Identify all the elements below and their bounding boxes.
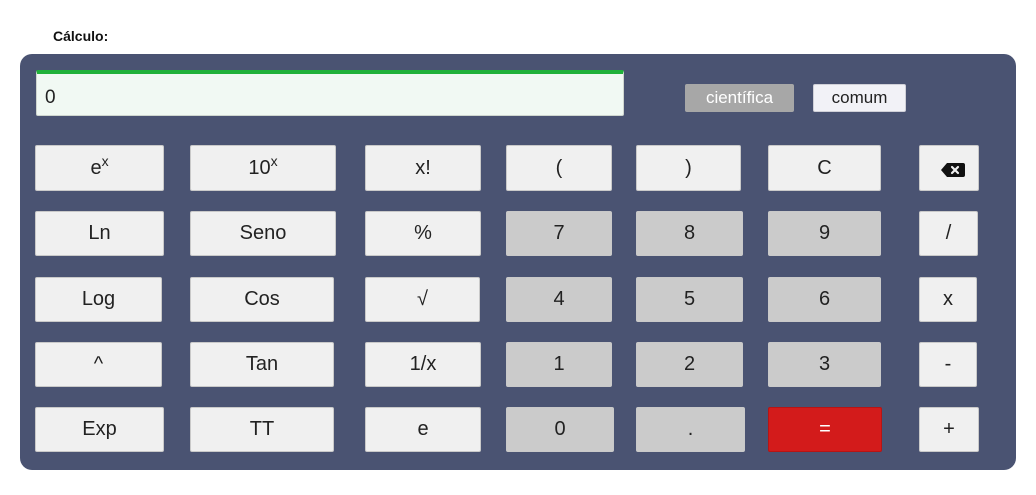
- ln-button[interactable]: Ln: [35, 211, 164, 256]
- divide-button[interactable]: /: [919, 211, 978, 256]
- square-root-button[interactable]: √: [365, 277, 480, 322]
- power-button[interactable]: ^: [35, 342, 162, 387]
- digit-7-button[interactable]: 7: [506, 211, 612, 256]
- backspace-button[interactable]: [919, 145, 979, 191]
- digit-4-button[interactable]: 4: [506, 277, 612, 322]
- decimal-point-button[interactable]: .: [636, 407, 745, 452]
- plus-button[interactable]: +: [919, 407, 979, 452]
- sine-button[interactable]: Seno: [190, 211, 336, 256]
- digit-1-button[interactable]: 1: [506, 342, 612, 387]
- pi-button[interactable]: TT: [190, 407, 334, 452]
- cosine-button[interactable]: Cos: [190, 277, 334, 322]
- digit-9-button[interactable]: 9: [768, 211, 881, 256]
- factorial-button[interactable]: x!: [365, 145, 481, 191]
- reciprocal-button[interactable]: 1/x: [365, 342, 481, 387]
- digit-0-button[interactable]: 0: [506, 407, 614, 452]
- digit-2-button[interactable]: 2: [636, 342, 743, 387]
- page-title: Cálculo:: [53, 28, 109, 44]
- digit-6-button[interactable]: 6: [768, 277, 881, 322]
- key-label: 10: [248, 156, 271, 179]
- digit-5-button[interactable]: 5: [636, 277, 743, 322]
- clear-button[interactable]: C: [768, 145, 881, 191]
- log-button[interactable]: Log: [35, 277, 162, 322]
- digit-8-button[interactable]: 8: [636, 211, 743, 256]
- tangent-button[interactable]: Tan: [190, 342, 334, 387]
- open-paren-button[interactable]: (: [506, 145, 612, 191]
- ten-power-x-button[interactable]: 10 x: [190, 145, 336, 191]
- exp-e-power-x-button[interactable]: ex: [35, 145, 164, 191]
- mode-common-button[interactable]: comum: [813, 84, 906, 112]
- exp-button[interactable]: Exp: [35, 407, 164, 452]
- equals-button[interactable]: =: [768, 407, 882, 452]
- calculator-display[interactable]: 0: [36, 70, 624, 116]
- key-label: e: [90, 156, 102, 179]
- backspace-icon: [940, 161, 965, 177]
- euler-constant-button[interactable]: e: [365, 407, 481, 452]
- multiply-button[interactable]: x: [919, 277, 977, 322]
- close-paren-button[interactable]: ): [636, 145, 741, 191]
- percent-button[interactable]: %: [365, 211, 481, 256]
- digit-3-button[interactable]: 3: [768, 342, 881, 387]
- mode-scientific-button[interactable]: científica: [685, 84, 794, 112]
- minus-button[interactable]: -: [919, 342, 977, 387]
